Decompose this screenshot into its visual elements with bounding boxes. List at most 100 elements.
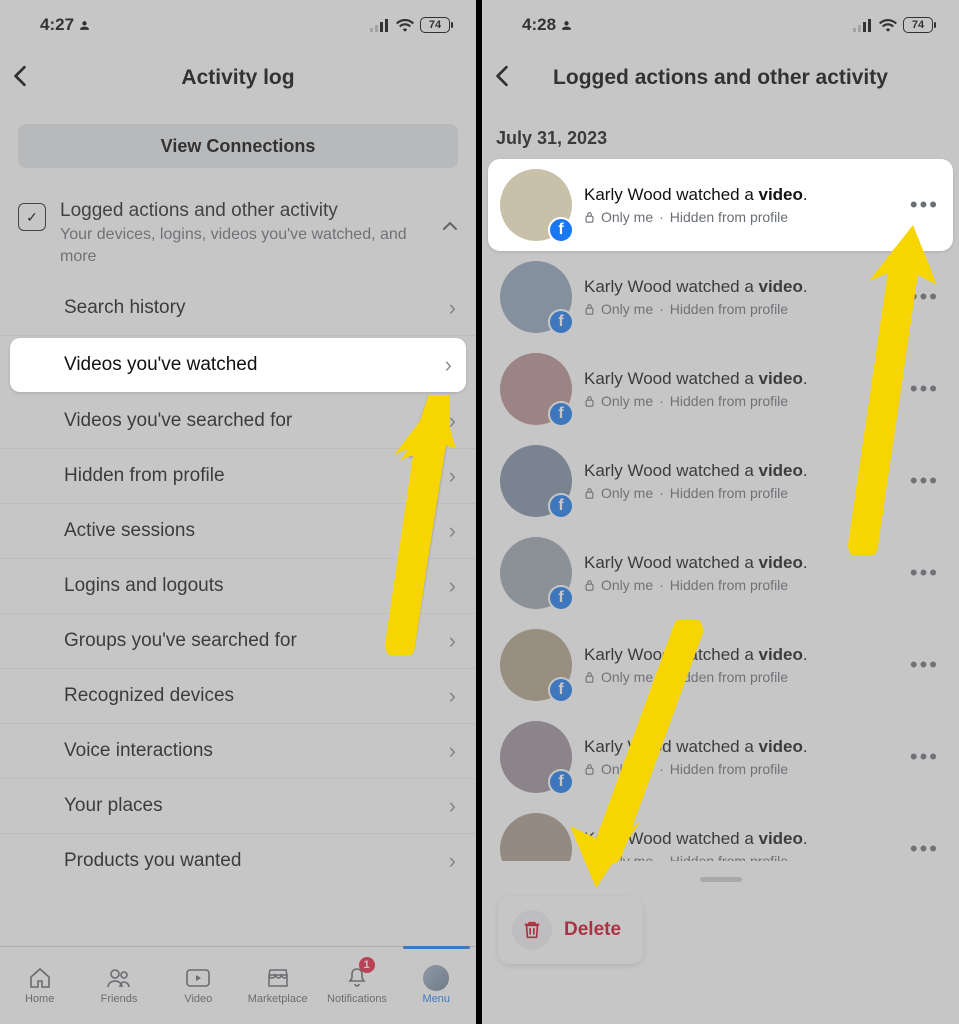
tab-menu[interactable]: Menu bbox=[397, 947, 476, 1024]
trash-icon bbox=[512, 910, 552, 950]
privacy-label: Only me bbox=[601, 301, 653, 317]
tab-home[interactable]: Home bbox=[0, 947, 79, 1024]
item-label: Products you wanted bbox=[64, 850, 241, 872]
activity-meta: Only me · Hidden from profile bbox=[584, 209, 894, 225]
item-label: Recognized devices bbox=[64, 685, 234, 707]
delete-button[interactable]: Delete bbox=[498, 896, 643, 964]
activity-meta: Only me · Hidden from profile bbox=[584, 301, 894, 317]
wifi-icon bbox=[879, 18, 897, 32]
tab-label: Home bbox=[25, 993, 54, 1005]
meta-label: Hidden from profile bbox=[670, 669, 788, 685]
status-bar: 4:28 74 bbox=[482, 0, 959, 50]
sheet-handle[interactable] bbox=[700, 877, 742, 882]
action-sheet: Delete bbox=[482, 861, 959, 1024]
item-hidden-from-profile[interactable]: Hidden from profile › bbox=[0, 449, 476, 504]
more-options-button[interactable]: ••• bbox=[906, 468, 943, 494]
view-connections-label: View Connections bbox=[161, 136, 316, 157]
friends-icon bbox=[106, 966, 132, 990]
item-search-history[interactable]: Search history › bbox=[0, 281, 476, 336]
chevron-right-icon: › bbox=[449, 848, 456, 874]
more-options-button[interactable]: ••• bbox=[906, 560, 943, 586]
activity-text: Karly Wood watched a video. bbox=[584, 185, 894, 205]
dot-separator: · bbox=[659, 301, 664, 317]
battery-text: 74 bbox=[912, 19, 924, 31]
back-button[interactable] bbox=[12, 62, 28, 94]
item-label: Logins and logouts bbox=[64, 575, 224, 597]
activity-row[interactable]: f Karly Wood watched a video. Only me · … bbox=[488, 435, 953, 527]
activity-meta: Only me · Hidden from profile bbox=[584, 577, 894, 593]
activity-meta: Only me · Hidden from profile bbox=[584, 485, 894, 501]
item-products-wanted[interactable]: Products you wanted › bbox=[0, 834, 476, 888]
cellular-icon bbox=[370, 18, 390, 32]
item-label: Voice interactions bbox=[64, 740, 213, 762]
section-header[interactable]: ✓ Logged actions and other activity Your… bbox=[0, 196, 476, 277]
phone-right: 4:28 74 Logged actions and other activit… bbox=[479, 0, 959, 1024]
tab-marketplace[interactable]: Marketplace bbox=[238, 947, 317, 1024]
lock-icon bbox=[584, 579, 595, 591]
notification-badge: 1 bbox=[359, 957, 375, 973]
view-connections-button[interactable]: View Connections bbox=[18, 124, 458, 168]
item-recognized-devices[interactable]: Recognized devices › bbox=[0, 669, 476, 724]
tab-bar: Home Friends Video Marketplace 1 Notific… bbox=[0, 946, 476, 1024]
dot-separator: · bbox=[659, 761, 664, 777]
activity-meta: Only me · Hidden from profile bbox=[584, 393, 894, 409]
page-title: Activity log bbox=[181, 66, 294, 90]
tab-label: Marketplace bbox=[248, 993, 308, 1005]
activity-thumbnail: f bbox=[500, 721, 572, 793]
item-your-places[interactable]: Your places › bbox=[0, 779, 476, 834]
chevron-right-icon: › bbox=[449, 573, 456, 599]
activity-row[interactable]: f Karly Wood watched a video. Only me · … bbox=[488, 619, 953, 711]
chevron-right-icon: › bbox=[449, 408, 456, 434]
chevron-right-icon: › bbox=[449, 793, 456, 819]
tab-video[interactable]: Video bbox=[159, 947, 238, 1024]
item-label: Videos you've watched bbox=[64, 354, 257, 376]
item-active-sessions[interactable]: Active sessions › bbox=[0, 504, 476, 559]
more-options-button[interactable]: ••• bbox=[906, 744, 943, 770]
privacy-label: Only me bbox=[601, 209, 653, 225]
dot-separator: · bbox=[659, 577, 664, 593]
chevron-right-icon: › bbox=[449, 738, 456, 764]
activity-row[interactable]: f Karly Wood watched a video. Only me · … bbox=[488, 159, 953, 251]
activity-meta: Only me · Hidden from profile bbox=[584, 669, 894, 685]
activity-row[interactable]: f Karly Wood watched a video. Only me · … bbox=[488, 343, 953, 435]
meta-label: Hidden from profile bbox=[670, 393, 788, 409]
nav-header: Activity log bbox=[0, 50, 476, 106]
item-videos-searched[interactable]: Videos you've searched for › bbox=[0, 394, 476, 449]
activity-thumbnail: f bbox=[500, 353, 572, 425]
activity-text: Karly Wood watched a video. bbox=[584, 645, 894, 665]
item-groups-searched[interactable]: Groups you've searched for › bbox=[0, 614, 476, 669]
facebook-badge-icon: f bbox=[548, 677, 574, 703]
facebook-badge-icon: f bbox=[548, 493, 574, 519]
activity-thumbnail: f bbox=[500, 629, 572, 701]
more-options-button[interactable]: ••• bbox=[906, 652, 943, 678]
item-videos-watched[interactable]: Videos you've watched › bbox=[10, 338, 466, 392]
more-options-button[interactable]: ••• bbox=[906, 376, 943, 402]
avatar bbox=[423, 965, 449, 991]
tab-friends[interactable]: Friends bbox=[79, 947, 158, 1024]
activity-info: Karly Wood watched a video. Only me · Hi… bbox=[584, 461, 894, 501]
activity-meta: Only me · Hidden from profile bbox=[584, 761, 894, 777]
more-options-button[interactable]: ••• bbox=[906, 284, 943, 310]
lock-icon bbox=[584, 487, 595, 499]
item-label: Hidden from profile bbox=[64, 465, 225, 487]
item-label: Active sessions bbox=[64, 520, 195, 542]
item-voice-interactions[interactable]: Voice interactions › bbox=[0, 724, 476, 779]
activity-thumbnail: f bbox=[500, 169, 572, 241]
delete-label: Delete bbox=[564, 919, 621, 941]
back-button[interactable] bbox=[494, 62, 510, 94]
more-options-button[interactable]: ••• bbox=[906, 192, 943, 218]
battery-text: 74 bbox=[429, 19, 441, 31]
activity-row[interactable]: f Karly Wood watched a video. Only me · … bbox=[488, 711, 953, 803]
activity-row[interactable]: f Karly Wood watched a video. Only me · … bbox=[488, 527, 953, 619]
dot-separator: · bbox=[659, 485, 664, 501]
item-logins-logouts[interactable]: Logins and logouts › bbox=[0, 559, 476, 614]
wifi-icon bbox=[396, 18, 414, 32]
meta-label: Hidden from profile bbox=[670, 577, 788, 593]
activity-row[interactable]: f Karly Wood watched a video. Only me · … bbox=[488, 251, 953, 343]
lock-icon bbox=[584, 763, 595, 775]
more-options-button[interactable]: ••• bbox=[906, 836, 943, 862]
facebook-badge-icon: f bbox=[548, 769, 574, 795]
battery-indicator: 74 bbox=[903, 17, 933, 33]
cellular-icon bbox=[853, 18, 873, 32]
tab-notifications[interactable]: 1 Notifications bbox=[317, 947, 396, 1024]
